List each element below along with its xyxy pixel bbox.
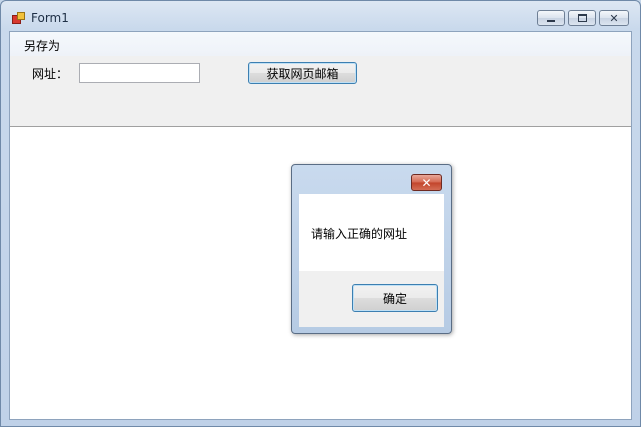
dialog-message-area: 请输入正确的网址 <box>299 194 444 271</box>
minimize-icon <box>547 19 555 22</box>
input-panel: 网址： 获取网页邮箱 <box>10 56 631 127</box>
dialog-close-button[interactable]: ✕ <box>411 174 442 191</box>
message-box: ✕ 请输入正确的网址 确定 <box>291 164 452 334</box>
close-icon: ✕ <box>609 11 619 25</box>
close-button[interactable]: ✕ <box>599 10 629 26</box>
menu-item-save-as[interactable]: 另存为 <box>20 36 64 55</box>
title-bar[interactable]: Form1 ✕ <box>1 1 640 31</box>
minimize-button[interactable] <box>537 10 565 26</box>
maximize-icon <box>577 14 587 22</box>
app-icon <box>12 12 26 24</box>
maximize-button[interactable] <box>568 10 596 26</box>
main-window: Form1 ✕ 另存为 网址： 获取网页邮箱 ✕ 请输入正确的网址 确定 <box>0 0 641 427</box>
menu-bar: 另存为 <box>10 32 631 56</box>
fetch-emails-button[interactable]: 获取网页邮箱 <box>248 62 357 84</box>
dialog-body: 请输入正确的网址 确定 <box>299 194 444 327</box>
close-icon: ✕ <box>421 175 432 190</box>
url-input[interactable] <box>79 63 200 83</box>
ok-button[interactable]: 确定 <box>352 284 438 312</box>
window-title: Form1 <box>31 11 69 25</box>
dialog-message: 请输入正确的网址 <box>311 227 408 241</box>
url-label: 网址： <box>32 67 69 81</box>
